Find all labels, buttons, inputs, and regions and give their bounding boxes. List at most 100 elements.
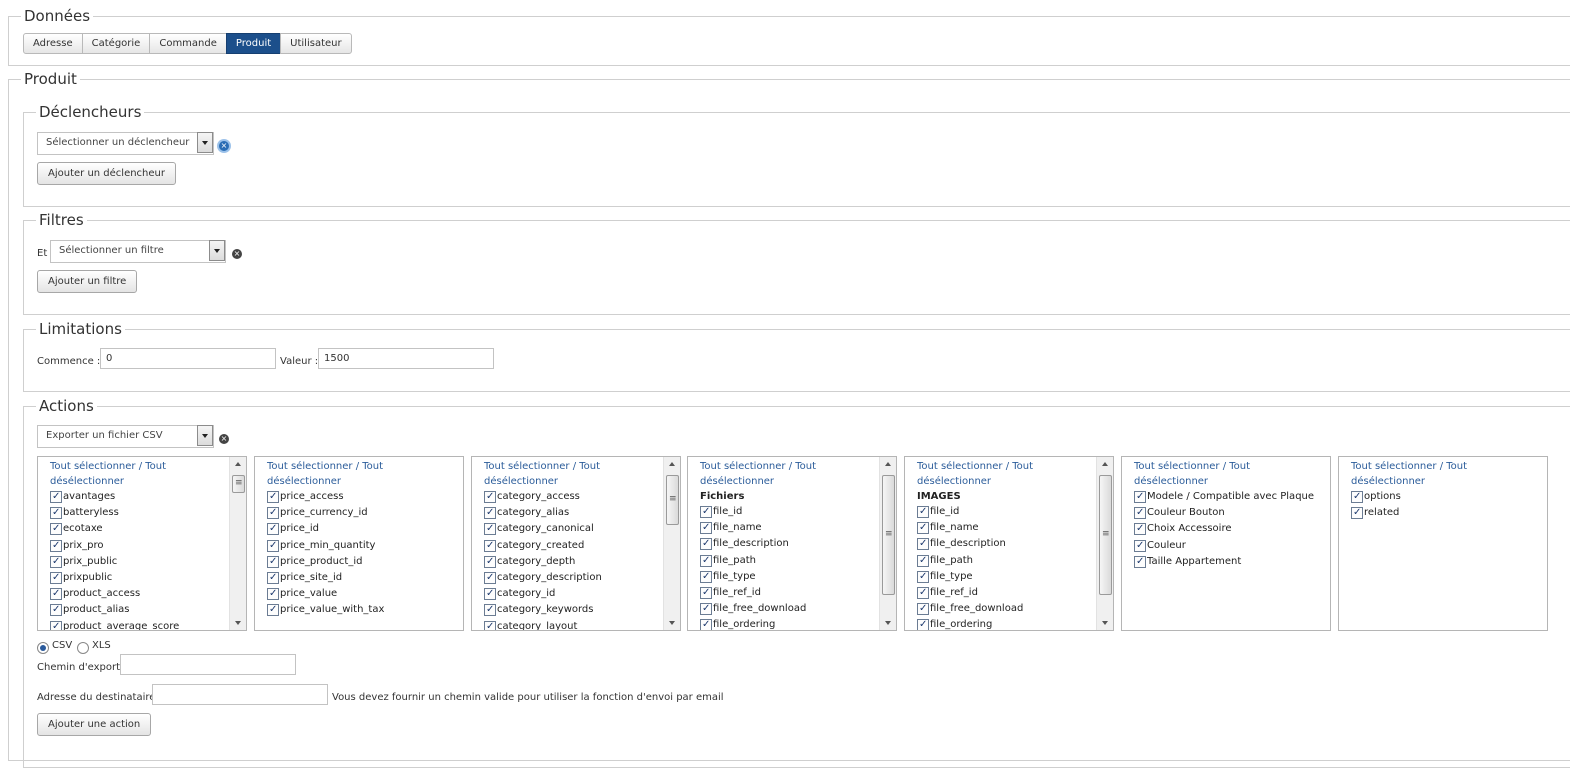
field-checkbox-item[interactable]: price_min_quantity: [267, 538, 457, 554]
checkbox-checked-icon[interactable]: [1134, 538, 1146, 554]
value-input[interactable]: 1500: [318, 348, 494, 369]
checkbox-checked-icon[interactable]: [50, 602, 62, 618]
field-checkbox-item[interactable]: category_access: [484, 489, 662, 505]
checkbox-checked-icon[interactable]: [50, 554, 62, 570]
field-checkbox-item[interactable]: avantages: [50, 489, 228, 505]
field-checkbox-item[interactable]: product_average_score: [50, 619, 228, 630]
checkbox-checked-icon[interactable]: [917, 520, 929, 536]
field-checkbox-item[interactable]: file_path: [700, 553, 878, 569]
checkbox-checked-icon[interactable]: [484, 521, 496, 537]
scroll-down-icon[interactable]: [880, 616, 896, 630]
checkbox-checked-icon[interactable]: [700, 601, 712, 617]
field-checkbox-item[interactable]: file_description: [700, 536, 878, 552]
scrollbar[interactable]: [229, 457, 246, 630]
checkbox-checked-icon[interactable]: [1351, 505, 1363, 521]
checkbox-checked-icon[interactable]: [700, 520, 712, 536]
field-checkbox-item[interactable]: price_site_id: [267, 570, 457, 586]
checkbox-checked-icon[interactable]: [50, 619, 62, 630]
field-checkbox-item[interactable]: price_value: [267, 586, 457, 602]
field-checkbox-item[interactable]: file_description: [917, 536, 1095, 552]
field-checkbox-item[interactable]: prix_public: [50, 554, 228, 570]
tab-catégorie[interactable]: Catégorie: [81, 33, 151, 54]
remove-action-icon[interactable]: ×: [219, 434, 229, 444]
field-checkbox-item[interactable]: category_layout: [484, 619, 662, 630]
field-checkbox-item[interactable]: Taille Appartement: [1134, 554, 1324, 570]
checkbox-checked-icon[interactable]: [267, 489, 279, 505]
field-checkbox-item[interactable]: file_id: [700, 504, 878, 520]
field-checkbox-item[interactable]: price_id: [267, 521, 457, 537]
recipient-input[interactable]: [152, 684, 328, 705]
checkbox-checked-icon[interactable]: [700, 585, 712, 601]
tab-commande[interactable]: Commande: [149, 33, 227, 54]
trigger-select[interactable]: Sélectionner un déclencheur: [37, 132, 214, 155]
field-checkbox-item[interactable]: file_path: [917, 553, 1095, 569]
checkbox-checked-icon[interactable]: [484, 619, 496, 630]
checkbox-checked-icon[interactable]: [1134, 554, 1146, 570]
checkbox-checked-icon[interactable]: [700, 536, 712, 552]
checkbox-checked-icon[interactable]: [917, 617, 929, 630]
scroll-thumb[interactable]: [1099, 475, 1112, 595]
field-checkbox-item[interactable]: file_free_download: [917, 601, 1095, 617]
remove-trigger-icon[interactable]: ×: [219, 141, 229, 151]
scroll-up-icon[interactable]: [230, 457, 246, 471]
export-path-input[interactable]: [120, 654, 296, 675]
select-all-toggle-link[interactable]: Tout sélectionner / Tout désélectionner: [917, 459, 1095, 489]
checkbox-checked-icon[interactable]: [700, 553, 712, 569]
field-checkbox-item[interactable]: category_created: [484, 538, 662, 554]
tab-adresse[interactable]: Adresse: [23, 33, 83, 54]
field-checkbox-item[interactable]: product_alias: [50, 602, 228, 618]
field-checkbox-item[interactable]: ecotaxe: [50, 521, 228, 537]
field-checkbox-item[interactable]: file_ordering: [917, 617, 1095, 630]
field-checkbox-item[interactable]: file_free_download: [700, 601, 878, 617]
checkbox-checked-icon[interactable]: [484, 602, 496, 618]
checkbox-checked-icon[interactable]: [267, 538, 279, 554]
checkbox-checked-icon[interactable]: [484, 538, 496, 554]
field-checkbox-item[interactable]: file_ref_id: [917, 585, 1095, 601]
field-checkbox-item[interactable]: category_canonical: [484, 521, 662, 537]
select-all-toggle-link[interactable]: Tout sélectionner / Tout désélectionner: [50, 459, 228, 489]
field-checkbox-item[interactable]: price_value_with_tax: [267, 602, 457, 618]
scroll-down-icon[interactable]: [230, 616, 246, 630]
csv-radio[interactable]: [37, 642, 49, 654]
scroll-up-icon[interactable]: [880, 457, 896, 471]
checkbox-checked-icon[interactable]: [267, 505, 279, 521]
filter-select[interactable]: Sélectionner un filtre: [50, 240, 226, 263]
field-checkbox-item[interactable]: price_currency_id: [267, 505, 457, 521]
checkbox-checked-icon[interactable]: [917, 504, 929, 520]
field-checkbox-item[interactable]: product_access: [50, 586, 228, 602]
checkbox-checked-icon[interactable]: [484, 505, 496, 521]
remove-filter-icon[interactable]: ×: [232, 249, 242, 259]
checkbox-checked-icon[interactable]: [917, 553, 929, 569]
field-checkbox-item[interactable]: file_type: [700, 569, 878, 585]
checkbox-checked-icon[interactable]: [700, 569, 712, 585]
checkbox-checked-icon[interactable]: [484, 586, 496, 602]
field-checkbox-item[interactable]: file_id: [917, 504, 1095, 520]
field-checkbox-item[interactable]: Modele / Compatible avec Plaque: [1134, 489, 1324, 505]
field-checkbox-item[interactable]: batteryless: [50, 505, 228, 521]
field-checkbox-item[interactable]: options: [1351, 489, 1541, 505]
scrollbar[interactable]: [879, 457, 896, 630]
field-checkbox-item[interactable]: category_alias: [484, 505, 662, 521]
field-checkbox-item[interactable]: category_depth: [484, 554, 662, 570]
action-select[interactable]: Exporter un fichier CSV: [37, 425, 214, 448]
checkbox-checked-icon[interactable]: [267, 602, 279, 618]
checkbox-checked-icon[interactable]: [50, 586, 62, 602]
select-all-toggle-link[interactable]: Tout sélectionner / Tout désélectionner: [484, 459, 662, 489]
checkbox-checked-icon[interactable]: [1134, 489, 1146, 505]
checkbox-checked-icon[interactable]: [50, 521, 62, 537]
scroll-thumb[interactable]: [882, 475, 895, 595]
checkbox-checked-icon[interactable]: [1351, 489, 1363, 505]
scroll-down-icon[interactable]: [664, 616, 680, 630]
checkbox-checked-icon[interactable]: [917, 601, 929, 617]
field-checkbox-item[interactable]: category_keywords: [484, 602, 662, 618]
scroll-up-icon[interactable]: [1097, 457, 1113, 471]
checkbox-checked-icon[interactable]: [917, 536, 929, 552]
select-all-toggle-link[interactable]: Tout sélectionner / Tout désélectionner: [267, 459, 457, 489]
checkbox-checked-icon[interactable]: [50, 489, 62, 505]
select-all-toggle-link[interactable]: Tout sélectionner / Tout désélectionner: [1351, 459, 1541, 489]
field-checkbox-item[interactable]: Couleur: [1134, 538, 1324, 554]
scroll-up-icon[interactable]: [664, 457, 680, 471]
field-checkbox-item[interactable]: file_name: [700, 520, 878, 536]
field-checkbox-item[interactable]: file_name: [917, 520, 1095, 536]
xls-radio[interactable]: [77, 642, 89, 654]
